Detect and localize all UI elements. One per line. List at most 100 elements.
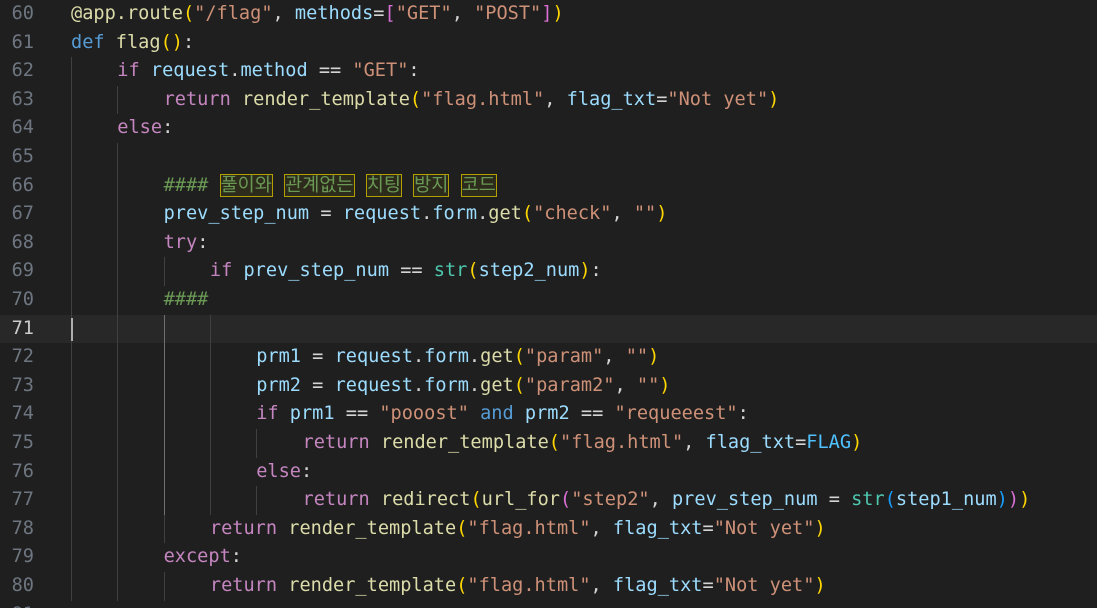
code-text: prm2 = request.form.get("param2", "") [256, 372, 670, 401]
code-token: "" [636, 374, 660, 396]
line-number: 62 [11, 60, 34, 82]
code-token: : [197, 231, 209, 253]
code-line[interactable]: 63 return render_template("flag.html", fl… [0, 85, 1097, 115]
code-token: return [302, 489, 381, 511]
code-token: #### [163, 289, 209, 310]
line-number: 80 [11, 575, 34, 596]
code-token: ( [182, 3, 195, 24]
code-token: . [412, 346, 425, 368]
code-line[interactable]: 67 prev_step_num = request.form.get("chec… [0, 200, 1097, 229]
code-token: , [590, 575, 613, 596]
code-token: , [649, 489, 672, 511]
indent-guide [71, 429, 72, 458]
code-token: ( [456, 575, 468, 596]
code-token: : [162, 117, 174, 139]
code-token: : [737, 403, 749, 425]
line-number: 76 [11, 460, 34, 482]
indent-guide [71, 343, 72, 372]
code-token: : [300, 460, 313, 482]
code-token: prev_step_num [163, 203, 310, 225]
code-token: . [229, 60, 241, 82]
code-token: def [71, 31, 116, 53]
code-token: ( [513, 374, 525, 396]
code-line[interactable]: 68 try: [0, 228, 1097, 258]
indent-guide [71, 200, 72, 229]
code-token: ( [884, 489, 896, 511]
code-line[interactable]: 65 [0, 143, 1097, 172]
indent-guide [209, 457, 211, 487]
code-text: return render_template("flag.html", flag… [210, 515, 826, 544]
code-token: ) [656, 203, 668, 225]
indent-guide [117, 572, 119, 601]
indent-guide [256, 429, 258, 458]
code-line[interactable]: 77 return redirect(url_for("step2", prev_… [0, 486, 1097, 515]
indent-guide [117, 286, 119, 315]
indent-guide [209, 400, 211, 429]
code-token: get [480, 346, 514, 368]
code-token: else [256, 460, 301, 482]
indent-guide [163, 457, 165, 487]
code-line[interactable]: 64 else: [0, 114, 1097, 143]
code-token: , [683, 432, 706, 453]
code-token: render_template [380, 432, 549, 453]
code-token: ( [456, 517, 468, 539]
code-token: ) [648, 346, 660, 368]
indent-guide [117, 257, 119, 286]
line-number: 71 [11, 317, 34, 339]
code-token: "/flag" [194, 3, 273, 24]
code-token: method [240, 60, 308, 82]
code-line[interactable]: 76 else: [0, 457, 1097, 487]
code-line[interactable]: 78 return render_template("flag.html", fl… [0, 514, 1097, 544]
code-line[interactable]: 62 if request.method == "GET": [0, 57, 1097, 86]
code-line[interactable]: 74 if prm1 == "pooost" and prm2 == "reque… [0, 400, 1097, 429]
code-line[interactable]: 73 prm2 = request.form.get("param2", "") [0, 371, 1097, 401]
line-number: 63 [11, 88, 34, 110]
line-number: 70 [11, 289, 34, 310]
code-line[interactable]: 80 return render_template("flag.html", fl… [0, 572, 1097, 601]
code-token: prm2 [524, 403, 570, 425]
indent-guide [117, 486, 119, 515]
code-token: FLAG [806, 432, 852, 453]
indent-guide [71, 171, 72, 201]
code-editor[interactable]: 60 @app.route("/flag", methods=["GET", "P… [0, 0, 1097, 608]
code-token: step2_num [478, 260, 580, 282]
indent-guide [71, 286, 72, 315]
indent-guide [117, 171, 119, 201]
code-text: prev_step_num = request.form.get("check"… [164, 200, 668, 229]
line-number: 69 [11, 260, 34, 282]
code-line[interactable]: 70 #### [0, 286, 1097, 315]
code-line[interactable]: 66 #### 풀이와 관계없는 치팅 방지 코드 [0, 171, 1097, 201]
code-token: = [373, 3, 385, 24]
code-token: , [614, 374, 637, 396]
code-token: . [468, 374, 481, 396]
code-token: = [300, 374, 335, 396]
code-line[interactable]: 71 [0, 314, 1097, 344]
code-token: : [230, 546, 242, 568]
indent-guide [71, 228, 72, 258]
code-token: . [412, 374, 425, 396]
code-line[interactable]: 61 def flag(): [0, 29, 1097, 58]
code-line[interactable]: 72 prm1 = request.form.get("param", "") [0, 343, 1097, 372]
code-line[interactable]: 60 @app.route("/flag", methods=["GET", "P… [0, 0, 1097, 29]
code-token: = [817, 489, 852, 511]
code-line[interactable]: 79 except: [0, 543, 1097, 572]
code-line[interactable]: 69 if prev_step_num == str(step2_num): [0, 257, 1097, 286]
code-line[interactable]: 81 [0, 601, 1097, 608]
code-token: ) [1007, 489, 1020, 511]
code-token: prev_step_num [243, 260, 390, 282]
code-token: ] [541, 3, 553, 24]
code-token: methods [294, 3, 374, 24]
indent-guide [117, 371, 119, 401]
highlighted-unicode-token: 코드 [460, 173, 497, 197]
code-token: prev_step_num [671, 489, 818, 511]
code-token: return [163, 88, 242, 110]
code-token: = [300, 346, 335, 368]
code-token: @app.route [71, 3, 183, 24]
indent-guide [163, 257, 165, 286]
code-line[interactable]: 75 return render_template("flag.html", fl… [0, 429, 1097, 458]
code-text: #### [164, 286, 209, 315]
code-text: if prm1 == "pooost" and prm2 == "requeee… [256, 400, 749, 429]
